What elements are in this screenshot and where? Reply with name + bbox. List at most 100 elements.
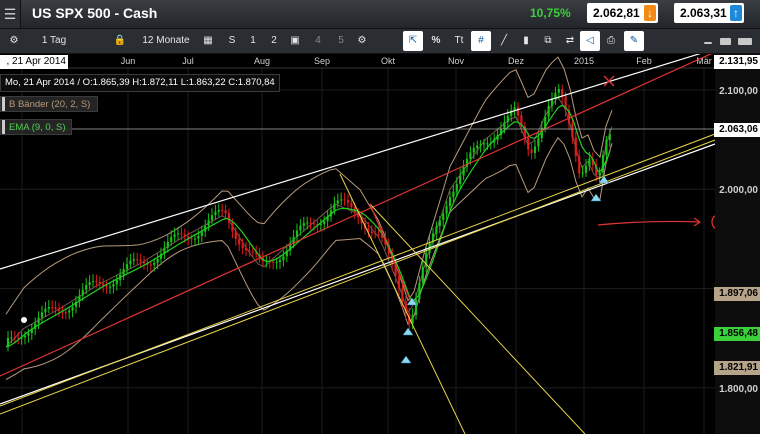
settings-tool-icon[interactable]: ✎ xyxy=(624,31,644,51)
x-tick-label: Feb xyxy=(636,56,652,66)
candle-body xyxy=(588,158,591,166)
percent-icon[interactable]: % xyxy=(426,31,446,51)
hamburger-menu-icon[interactable]: ☰ xyxy=(0,0,21,28)
candle-body xyxy=(340,199,343,201)
range-select[interactable]: 12 Monate xyxy=(140,31,192,51)
two-button[interactable]: 2 xyxy=(264,31,284,51)
candle-body xyxy=(142,261,146,264)
crosshair-dot xyxy=(21,317,27,323)
y-tick-2000: 2.000,00 xyxy=(719,185,758,196)
candle-body xyxy=(241,244,244,249)
candle-body xyxy=(333,203,336,211)
gear-icon[interactable]: ⚙ xyxy=(352,31,372,51)
pointer-arrow-icon[interactable]: ⇱ xyxy=(403,31,423,51)
candle-body xyxy=(57,308,61,311)
candle-body xyxy=(476,145,479,149)
draw-line-icon[interactable]: ╱ xyxy=(494,31,514,51)
title-bar: ☰ US SPX 500 - Cash 10,75% 2.062,81 ↓ 2.… xyxy=(0,0,760,29)
candle-body xyxy=(238,238,241,245)
candle-body xyxy=(166,241,169,248)
maximize-icon[interactable] xyxy=(738,38,752,45)
bollinger-indicator-label[interactable]: B Bänder (20, 2, S) xyxy=(0,96,98,112)
candle-body xyxy=(231,222,234,232)
compare-icon[interactable]: ⇄ xyxy=(560,31,580,51)
candle-body xyxy=(224,210,227,214)
settings-gear-icon[interactable]: ⚙ xyxy=(4,31,24,51)
candle-body xyxy=(115,280,118,285)
candle-body xyxy=(584,165,588,173)
five-button[interactable]: 5 xyxy=(331,31,351,51)
candle-body xyxy=(295,230,299,237)
candle-body xyxy=(336,200,339,204)
candle-body xyxy=(200,231,203,236)
candle-body xyxy=(180,233,183,235)
bollinger-label-text: B Bänder (20, 2, S) xyxy=(9,99,91,110)
text-tool-icon[interactable]: Tt xyxy=(449,31,469,51)
candle-body xyxy=(343,199,346,201)
candle-body xyxy=(244,248,248,251)
candle-body xyxy=(251,251,254,253)
candle-body xyxy=(193,238,197,240)
candles-icon[interactable]: ▮ xyxy=(516,31,536,51)
candle-body xyxy=(455,184,458,192)
candle-body xyxy=(217,210,220,212)
restore-icon[interactable] xyxy=(720,38,731,45)
candle-body xyxy=(421,266,424,283)
candle-body xyxy=(227,213,231,223)
x-tick-label: 2015 xyxy=(574,56,594,66)
layout-icon[interactable]: ⧉ xyxy=(538,31,558,51)
minimize-icon[interactable] xyxy=(704,42,712,44)
candle-body xyxy=(71,306,74,311)
candle-body xyxy=(608,133,611,141)
y-tick-2100: 2.100,00 xyxy=(719,86,758,97)
candle-body xyxy=(299,225,302,231)
x-tick-label: Nov xyxy=(448,56,465,66)
candle-body xyxy=(306,222,309,224)
four-button[interactable]: 4 xyxy=(308,31,328,51)
candle-body xyxy=(397,275,401,289)
buy-arrow-icon: ↑ xyxy=(730,5,742,21)
candle-body xyxy=(547,105,550,117)
candle-body xyxy=(462,166,465,176)
candle-body xyxy=(197,235,200,239)
candle-body xyxy=(605,140,608,155)
candle-body xyxy=(105,285,108,288)
candle-body xyxy=(112,284,115,287)
price-chart[interactable]: MaiJunJulAugSepOktNovDez2015FebMär xyxy=(0,54,760,434)
one-button[interactable]: 1 xyxy=(243,31,263,51)
candle-body xyxy=(173,234,176,238)
sell-price: 2.062,81 xyxy=(593,6,640,20)
sell-quote-button[interactable]: 2.062,81 ↓ xyxy=(587,3,658,23)
candle-body xyxy=(153,262,156,265)
candle-body xyxy=(533,146,537,153)
candle-body xyxy=(272,261,275,263)
arrow-tool-icon[interactable]: ◁ xyxy=(580,31,600,51)
candle-body xyxy=(503,122,506,129)
candle-body xyxy=(139,259,142,262)
x-tick-label: Dez xyxy=(508,56,525,66)
s-button[interactable]: S xyxy=(222,31,242,51)
interval-select[interactable]: 1 Tag xyxy=(36,31,72,51)
candle-body xyxy=(537,138,540,147)
lock-icon[interactable]: 🔒 xyxy=(110,31,130,51)
candle-body xyxy=(149,264,152,266)
price-label-3: 1.821,91 xyxy=(714,361,760,375)
top-price-label: 2.131,95 xyxy=(714,55,760,69)
instrument-title: US SPX 500 - Cash xyxy=(32,5,158,21)
candle-body xyxy=(85,285,88,290)
candle-body xyxy=(176,233,180,235)
candle-body xyxy=(486,143,489,145)
candle-body xyxy=(10,337,13,339)
print-icon[interactable]: ⎙ xyxy=(601,31,621,51)
buy-quote-button[interactable]: 2.063,31 ↑ xyxy=(674,3,744,23)
candle-body xyxy=(122,269,125,275)
candle-body xyxy=(516,107,520,116)
crosshair-grid-icon[interactable]: # xyxy=(471,31,491,51)
candle-body xyxy=(452,191,455,198)
ema-indicator-label[interactable]: EMA (9, 0, S) xyxy=(0,119,72,135)
calendar-icon[interactable]: ▦ xyxy=(198,31,218,51)
chart-type-icon[interactable]: ▣ xyxy=(285,31,305,51)
candle-body xyxy=(377,233,380,235)
indicator-handle-icon xyxy=(2,97,5,111)
candle-body xyxy=(132,259,135,261)
